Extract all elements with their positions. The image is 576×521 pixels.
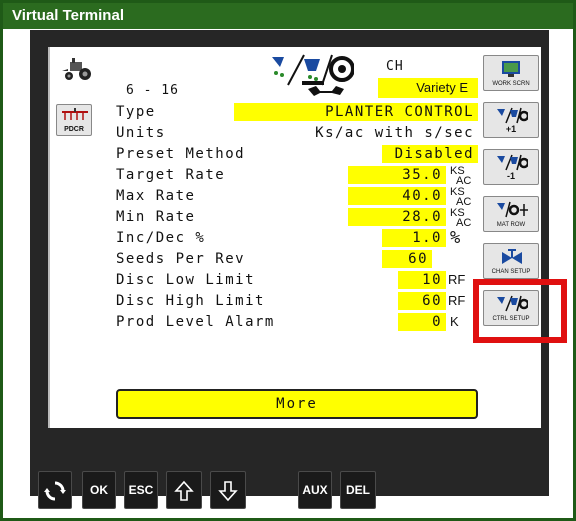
del-key[interactable]: DEL — [340, 471, 376, 509]
row-type: Type PLANTER CONTROL — [116, 103, 478, 123]
disc-high-limit-unit: RF — [448, 293, 466, 308]
softkey-label: MAT ROW — [496, 222, 526, 228]
controller-screen: 6 - 16 CH Variety E PDCR Type PLANTER CO… — [48, 47, 541, 428]
row-label: Target Rate — [116, 167, 226, 183]
disc-low-limit-value[interactable]: 10 — [398, 271, 446, 289]
up-arrow-key[interactable] — [166, 471, 202, 509]
valve-icon — [502, 249, 522, 264]
refresh-icon — [44, 481, 66, 501]
more-button[interactable]: More — [116, 389, 478, 419]
row-prod-level-alarm: Prod Level Alarm 0 K — [116, 313, 478, 333]
softkey-decrement[interactable]: -1 — [483, 149, 539, 185]
row-target-rate: Target Rate 35.0 KS AC — [116, 165, 478, 187]
row-label: Inc/Dec % — [116, 230, 206, 246]
row-label: Preset Method — [116, 146, 246, 162]
ks-per-ac-unit: KS AC — [450, 207, 472, 229]
refresh-key[interactable] — [38, 471, 72, 509]
esc-key[interactable]: ESC — [124, 471, 158, 509]
prod-level-alarm-unit: K — [450, 314, 459, 329]
planter-rate-icon — [497, 154, 528, 171]
row-disc-high-limit: Disc High Limit 60 RF — [116, 292, 478, 312]
ctrl-setup-highlight-box — [473, 279, 567, 343]
softkey-label: +1 — [505, 124, 517, 134]
row-label: Prod Level Alarm — [116, 314, 275, 330]
planter-rate-icon — [497, 107, 528, 124]
pdcr-label: PDCR — [64, 126, 84, 133]
tractor-icon — [62, 58, 91, 80]
softkey-label: WORK SCRN — [492, 81, 530, 87]
row-disc-low-limit: Disc Low Limit 10 RF — [116, 271, 478, 291]
row-label: Min Rate — [116, 209, 196, 225]
units-value[interactable]: Ks/ac with s/sec — [266, 124, 478, 142]
softkey-mat-row[interactable]: MAT ROW — [483, 196, 539, 232]
down-arrow-key[interactable] — [210, 471, 246, 509]
softkey-chan-setup[interactable]: CHAN SETUP — [483, 243, 539, 279]
percent-unit: % — [450, 228, 462, 248]
min-rate-value[interactable]: 28.0 — [348, 208, 446, 226]
arrow-down-icon — [218, 481, 238, 502]
seeds-per-rev-value[interactable]: 60 — [382, 250, 432, 268]
setup-index: 6 - 16 — [126, 83, 179, 98]
channel-label: CH — [386, 59, 404, 74]
ks-per-ac-unit: KS AC — [450, 165, 472, 187]
row-label: Disc High Limit — [116, 293, 265, 309]
planter-implement-icon — [62, 108, 88, 120]
softkey-increment[interactable]: +1 — [483, 102, 539, 138]
row-inc-dec: Inc/Dec % 1.0 % — [116, 228, 478, 249]
target-rate-value[interactable]: 35.0 — [348, 166, 446, 184]
mat-row-icon — [497, 201, 528, 218]
variety-field[interactable]: Variety E — [378, 78, 478, 98]
wrench-icon — [308, 86, 344, 96]
work-screen-icon — [502, 61, 520, 77]
preset-method-value[interactable]: Disabled — [382, 145, 478, 163]
softkey-label: -1 — [506, 171, 515, 181]
row-label: Max Rate — [116, 188, 196, 204]
type-value[interactable]: PLANTER CONTROL — [234, 103, 478, 121]
pdcr-button[interactable]: PDCR — [56, 104, 92, 136]
row-seeds-per-rev: Seeds Per Rev 60 — [116, 250, 478, 270]
ok-key[interactable]: OK — [82, 471, 116, 509]
max-rate-value[interactable]: 40.0 — [348, 187, 446, 205]
row-label: Disc Low Limit — [116, 272, 256, 288]
softkey-work-screen[interactable]: WORK SCRN — [483, 55, 539, 91]
row-preset-method: Preset Method Disabled — [116, 145, 478, 165]
inc-dec-value[interactable]: 1.0 — [382, 229, 446, 247]
row-label: Units — [116, 125, 166, 141]
row-max-rate: Max Rate 40.0 KS AC — [116, 186, 478, 208]
window-title: Virtual Terminal — [3, 3, 573, 29]
row-label: Seeds Per Rev — [116, 251, 246, 267]
ks-per-ac-unit: KS AC — [450, 186, 472, 208]
arrow-up-icon — [174, 480, 194, 501]
row-min-rate: Min Rate 28.0 KS AC — [116, 207, 478, 229]
planter-seed-disc-icon — [272, 54, 354, 86]
disc-low-limit-unit: RF — [448, 272, 466, 287]
disc-high-limit-value[interactable]: 60 — [398, 292, 446, 310]
row-label: Type — [116, 104, 156, 120]
aux-key[interactable]: AUX — [298, 471, 332, 509]
virtual-terminal-window: Virtual Terminal OK ESC AUX DEL 6 - 16 C… — [0, 0, 576, 521]
row-units: Units Ks/ac with s/sec — [116, 124, 478, 144]
softkey-label: CHAN SETUP — [491, 269, 531, 275]
prod-level-alarm-value[interactable]: 0 — [398, 313, 446, 331]
